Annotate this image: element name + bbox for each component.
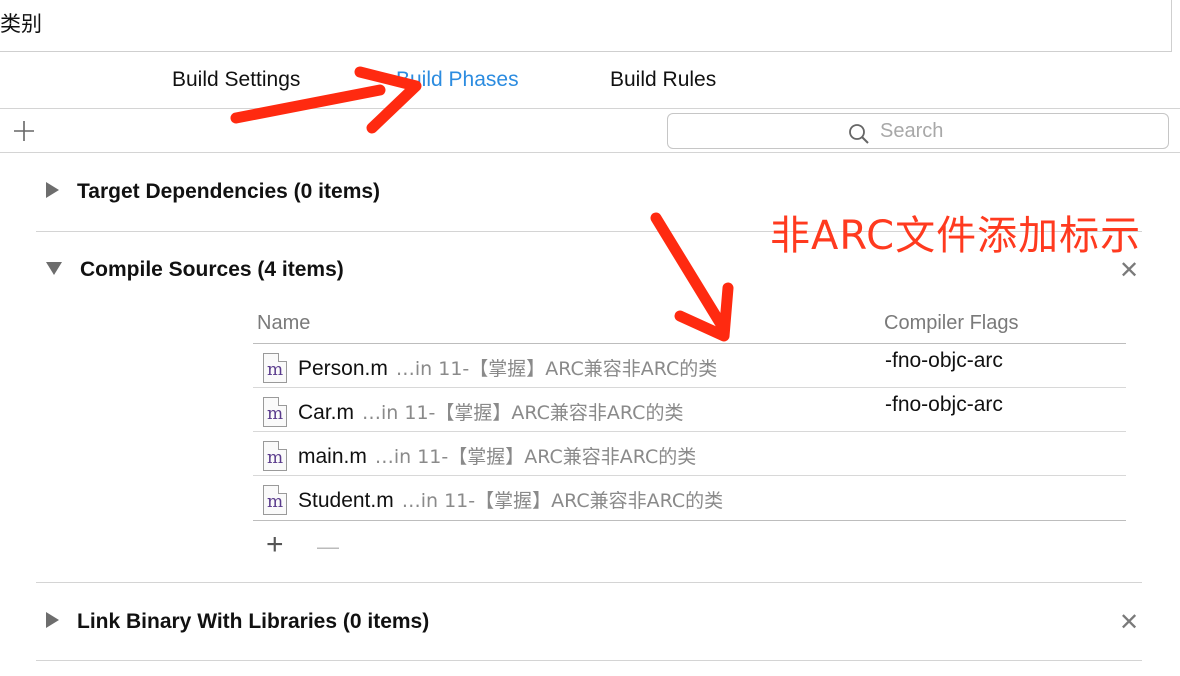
table-row[interactable]: m Person.m …in 11-【掌握】ARC兼容非ARC的类 -fno-ob… (253, 344, 1126, 388)
objc-source-file-icon: m (263, 397, 287, 427)
table-row[interactable]: m main.m …in 11-【掌握】ARC兼容非ARC的类 (253, 432, 1126, 476)
compiler-flags-cell[interactable]: -fno-objc-arc (885, 349, 1003, 373)
disclosure-triangle-expanded-icon[interactable] (46, 261, 62, 275)
annotation-label: 非ARC文件添加标示 (770, 213, 1142, 259)
add-phase-button[interactable] (12, 119, 36, 143)
disclosure-triangle-collapsed-icon[interactable] (46, 182, 59, 199)
phases-toolbar (0, 109, 1180, 153)
add-file-button[interactable]: + (266, 530, 284, 560)
phase-title: Compile Sources (4 items) (80, 258, 344, 281)
tab-build-rules[interactable]: Build Rules (610, 68, 716, 92)
editor-tab-bar: Build Settings Build Phases Build Rules (0, 52, 1180, 109)
tab-build-settings[interactable]: Build Settings (172, 68, 300, 92)
magnifier-icon (849, 124, 869, 144)
file-path: …in 11-【掌握】ARC兼容非ARC的类 (401, 490, 724, 512)
search-field[interactable] (667, 113, 1169, 149)
phase-title: Link Binary With Libraries (0 items) (77, 610, 430, 633)
remove-file-button[interactable]: — (317, 536, 339, 558)
tab-build-phases[interactable]: Build Phases (396, 68, 519, 92)
search-input[interactable] (880, 118, 1150, 144)
file-name: Student.m (298, 489, 394, 512)
delete-phase-close-icon[interactable]: ✕ (1119, 611, 1139, 635)
window-titlebar: 类别 (0, 0, 1172, 52)
file-path: …in 11-【掌握】ARC兼容非ARC的类 (374, 446, 697, 468)
phase-compile-sources[interactable]: Compile Sources (4 items) (46, 258, 344, 282)
phase-title: Target Dependencies (0 items) (77, 180, 381, 203)
phase-link-binary-with-libraries[interactable]: Link Binary With Libraries (0 items) (46, 610, 429, 634)
annotation-arrow-to-compiler-flags (650, 212, 734, 342)
file-name: Car.m (298, 401, 355, 424)
table-row[interactable]: m Car.m …in 11-【掌握】ARC兼容非ARC的类 -fno-objc-… (253, 388, 1126, 432)
table-bottom-divider (253, 520, 1126, 521)
file-path: …in 11-【掌握】ARC兼容非ARC的类 (362, 402, 684, 424)
file-path: …in 11-【掌握】ARC兼容非ARC的类 (395, 358, 718, 380)
objc-source-file-icon: m (263, 485, 287, 515)
objc-source-file-icon: m (263, 441, 287, 471)
table-row[interactable]: m Student.m …in 11-【掌握】ARC兼容非ARC的类 (253, 476, 1126, 520)
objc-source-file-icon: m (263, 353, 287, 383)
window-title: 类别 (0, 12, 42, 36)
plus-icon (14, 121, 34, 141)
phase-divider (36, 582, 1142, 583)
compiler-flags-cell[interactable]: -fno-objc-arc (885, 393, 1003, 417)
phase-target-dependencies[interactable]: Target Dependencies (0 items) (46, 180, 380, 204)
delete-phase-close-icon[interactable]: ✕ (1119, 259, 1139, 283)
file-name: Person.m (298, 357, 388, 380)
disclosure-triangle-collapsed-icon[interactable] (46, 612, 59, 629)
file-name: main.m (298, 445, 367, 468)
phase-divider (36, 660, 1142, 661)
column-header-name[interactable]: Name (257, 312, 310, 335)
column-header-compiler-flags[interactable]: Compiler Flags (884, 312, 1018, 335)
